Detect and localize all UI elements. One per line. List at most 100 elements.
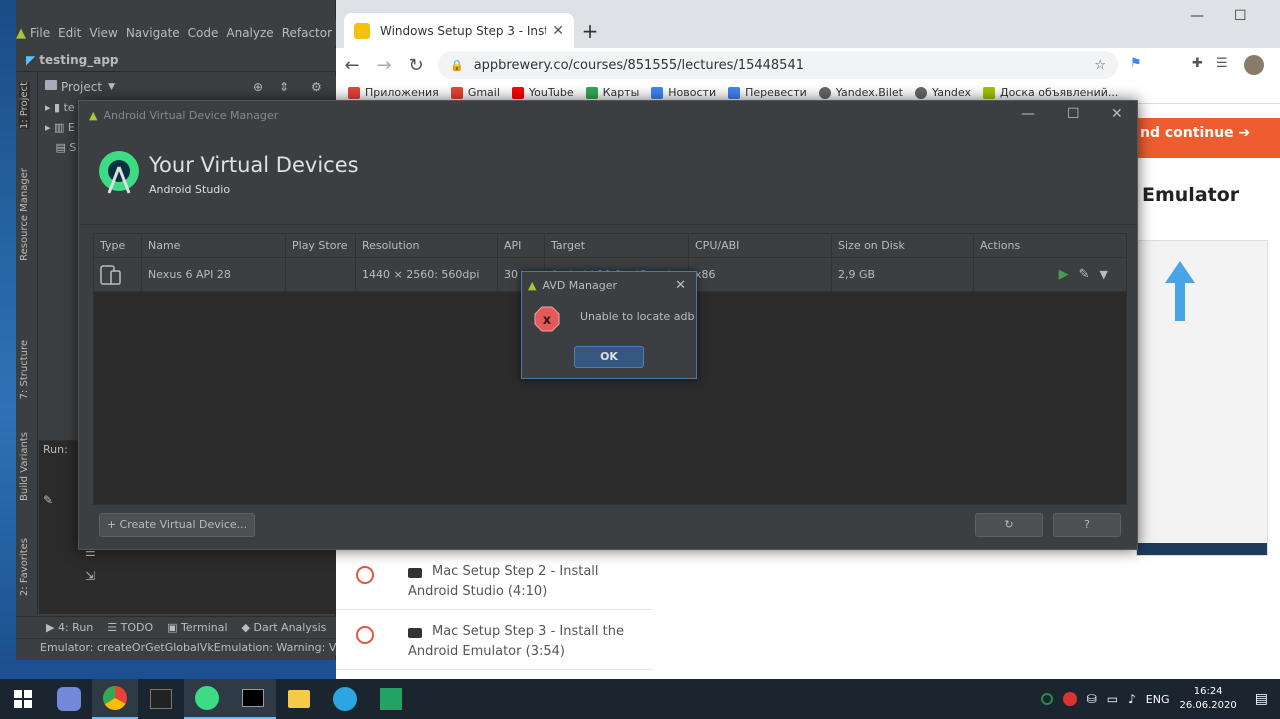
scroll-end-icon[interactable]: ⇲ bbox=[85, 569, 95, 583]
bookmark-star-icon[interactable]: ☆ bbox=[1094, 58, 1106, 73]
menu-code[interactable]: Code bbox=[184, 26, 223, 40]
taskbar-app-notes[interactable] bbox=[368, 679, 414, 719]
side-tab-build-variants[interactable]: Build Variants bbox=[19, 432, 30, 501]
pin-icon[interactable]: ✎ bbox=[43, 493, 53, 507]
menu-navigate[interactable]: Navigate bbox=[122, 26, 184, 40]
gear-icon[interactable]: ⚙ bbox=[311, 80, 322, 94]
col-resolution[interactable]: Resolution bbox=[356, 234, 498, 257]
bookmark-translate[interactable]: Перевести bbox=[728, 86, 807, 99]
tool-tab-terminal[interactable]: ▣ Terminal bbox=[167, 621, 227, 634]
lock-icon[interactable]: 🔒 bbox=[450, 59, 464, 72]
refresh-button[interactable]: ↻ bbox=[975, 513, 1043, 537]
minimize-icon[interactable]: — bbox=[1021, 106, 1035, 122]
dialog-titlebar: ▲ AVD Manager ✕ bbox=[522, 272, 696, 298]
locate-icon[interactable]: ⊕ bbox=[253, 80, 263, 94]
forward-icon[interactable]: → bbox=[368, 55, 400, 76]
playlist-icon[interactable]: ☰ bbox=[1216, 56, 1228, 71]
project-view-dropdown[interactable]: Project bbox=[61, 80, 102, 94]
tool-tab-run[interactable]: ▶ 4: Run bbox=[46, 621, 93, 634]
side-tab-project[interactable]: 1: Project bbox=[19, 82, 30, 130]
lesson-item[interactable]: Mac Setup Step 2 - Install Android Studi… bbox=[336, 550, 652, 610]
col-size-on-disk[interactable]: Size on Disk bbox=[832, 234, 974, 257]
col-type[interactable]: Type bbox=[94, 234, 142, 257]
as-left-tool-strip: 1: Project Resource Manager 7: Structure… bbox=[16, 72, 38, 614]
taskbar-app-chrome[interactable] bbox=[92, 679, 138, 719]
device-type-icon bbox=[94, 257, 142, 292]
col-name[interactable]: Name bbox=[142, 234, 286, 257]
menu-file[interactable]: File bbox=[26, 26, 54, 40]
bookmark-news[interactable]: Новости bbox=[651, 86, 716, 99]
chevron-down-icon[interactable]: ▼ bbox=[1100, 258, 1108, 292]
tool-tab-todo[interactable]: ☰ TODO bbox=[107, 621, 153, 634]
col-play-store[interactable]: Play Store bbox=[286, 234, 356, 257]
windows-logo-icon bbox=[14, 690, 32, 708]
edit-pencil-icon[interactable]: ✎ bbox=[1079, 258, 1090, 292]
network-icon[interactable]: ▭ bbox=[1107, 692, 1118, 706]
menu-edit[interactable]: Edit bbox=[54, 26, 85, 40]
start-button[interactable] bbox=[0, 679, 46, 719]
folder-icon bbox=[45, 80, 57, 90]
system-tray: ⛁ ▭ ♪ ENG 16:24 26.06.2020 ▤ bbox=[1040, 679, 1280, 719]
translate-icon[interactable]: ⚑ bbox=[1130, 56, 1142, 71]
status-dot-icon[interactable] bbox=[1040, 693, 1053, 705]
language-indicator[interactable]: ENG bbox=[1146, 693, 1170, 706]
lesson-item[interactable]: Mac Setup Step 3 - Install the Android E… bbox=[336, 610, 652, 670]
taskbar-app-telegram[interactable] bbox=[322, 679, 368, 719]
minimize-icon[interactable]: — bbox=[1190, 8, 1204, 24]
side-tab-favorites[interactable]: 2: Favorites bbox=[19, 538, 30, 596]
maximize-icon[interactable]: ☐ bbox=[1067, 106, 1080, 122]
cmd-icon bbox=[242, 689, 264, 707]
chrome-tab-active[interactable]: Windows Setup Step 3 - Install th ✕ bbox=[344, 13, 574, 48]
reload-icon[interactable]: ↻ bbox=[400, 55, 432, 76]
maximize-icon[interactable]: ☐ bbox=[1234, 8, 1247, 24]
tool-tab-dart-analysis[interactable]: ◆ Dart Analysis bbox=[242, 621, 327, 634]
col-target[interactable]: Target bbox=[545, 234, 689, 257]
taskbar-app-discord[interactable] bbox=[46, 679, 92, 719]
extension-icon[interactable]: ✚ bbox=[1192, 56, 1203, 71]
volume-icon[interactable]: ♪ bbox=[1128, 692, 1136, 706]
close-icon[interactable]: ✕ bbox=[1111, 106, 1123, 122]
chrome-toolbar: ← → ↻ 🔒 appbrewery.co/courses/851555/lec… bbox=[336, 48, 1280, 82]
col-cpu-abi[interactable]: CPU/ABI bbox=[689, 234, 832, 257]
address-bar[interactable]: 🔒 appbrewery.co/courses/851555/lectures/… bbox=[438, 51, 1118, 79]
side-tab-resource-manager[interactable]: Resource Manager bbox=[19, 168, 30, 261]
device-resolution: 1440 × 2560: 560dpi bbox=[356, 257, 498, 292]
taskbar-app-android-studio[interactable] bbox=[184, 679, 230, 719]
create-virtual-device-button[interactable]: + Create Virtual Device... bbox=[99, 513, 255, 537]
antivirus-icon[interactable] bbox=[1062, 692, 1077, 706]
taskbar-app-terminal[interactable] bbox=[138, 679, 184, 719]
close-icon[interactable]: ✕ bbox=[675, 278, 686, 293]
back-icon[interactable]: ← bbox=[336, 55, 368, 76]
ok-button[interactable]: OK bbox=[574, 346, 644, 368]
bookmark-yandex[interactable]: Yandex bbox=[915, 86, 971, 99]
chevron-down-icon[interactable]: ▼ bbox=[108, 82, 115, 92]
bookmark-classifieds[interactable]: Доска объявлений... bbox=[982, 86, 1118, 99]
menu-analyze[interactable]: Analyze bbox=[222, 26, 277, 40]
col-api[interactable]: API bbox=[498, 234, 545, 257]
menu-refactor[interactable]: Refactor bbox=[278, 26, 336, 40]
help-button[interactable]: ? bbox=[1053, 513, 1121, 537]
android-icon: ▲ bbox=[528, 278, 537, 292]
avatar[interactable] bbox=[1244, 55, 1264, 75]
bookmark-youtube[interactable]: YouTube bbox=[511, 86, 574, 99]
bookmark-apps[interactable]: Приложения bbox=[348, 86, 439, 99]
taskbar-app-cmd[interactable] bbox=[230, 679, 276, 719]
launch-play-icon[interactable]: ▶ bbox=[1059, 258, 1069, 292]
close-icon[interactable]: ✕ bbox=[552, 23, 564, 39]
side-tab-structure[interactable]: 7: Structure bbox=[19, 340, 30, 399]
bookmark-gmail[interactable]: Gmail bbox=[450, 86, 500, 99]
complete-and-continue-button[interactable]: nd continue ➔ bbox=[1116, 118, 1280, 158]
clock[interactable]: 16:24 26.06.2020 bbox=[1180, 685, 1237, 713]
bookmark-yandex-bilet[interactable]: Yandex.Bilet bbox=[818, 86, 903, 99]
new-tab-button[interactable]: + bbox=[576, 19, 604, 43]
usb-icon[interactable]: ⛁ bbox=[1087, 692, 1097, 706]
bookmark-maps[interactable]: Карты bbox=[585, 86, 639, 99]
col-actions[interactable]: Actions bbox=[974, 234, 1126, 257]
youtube-icon bbox=[511, 86, 524, 99]
project-name[interactable]: testing_app bbox=[39, 53, 118, 67]
taskbar-app-explorer[interactable] bbox=[276, 679, 322, 719]
collapse-icon[interactable]: ⇕ bbox=[279, 80, 289, 94]
menu-view[interactable]: View bbox=[85, 26, 121, 40]
notifications-icon[interactable]: ▤ bbox=[1255, 691, 1268, 707]
clock-date: 26.06.2020 bbox=[1179, 700, 1237, 711]
